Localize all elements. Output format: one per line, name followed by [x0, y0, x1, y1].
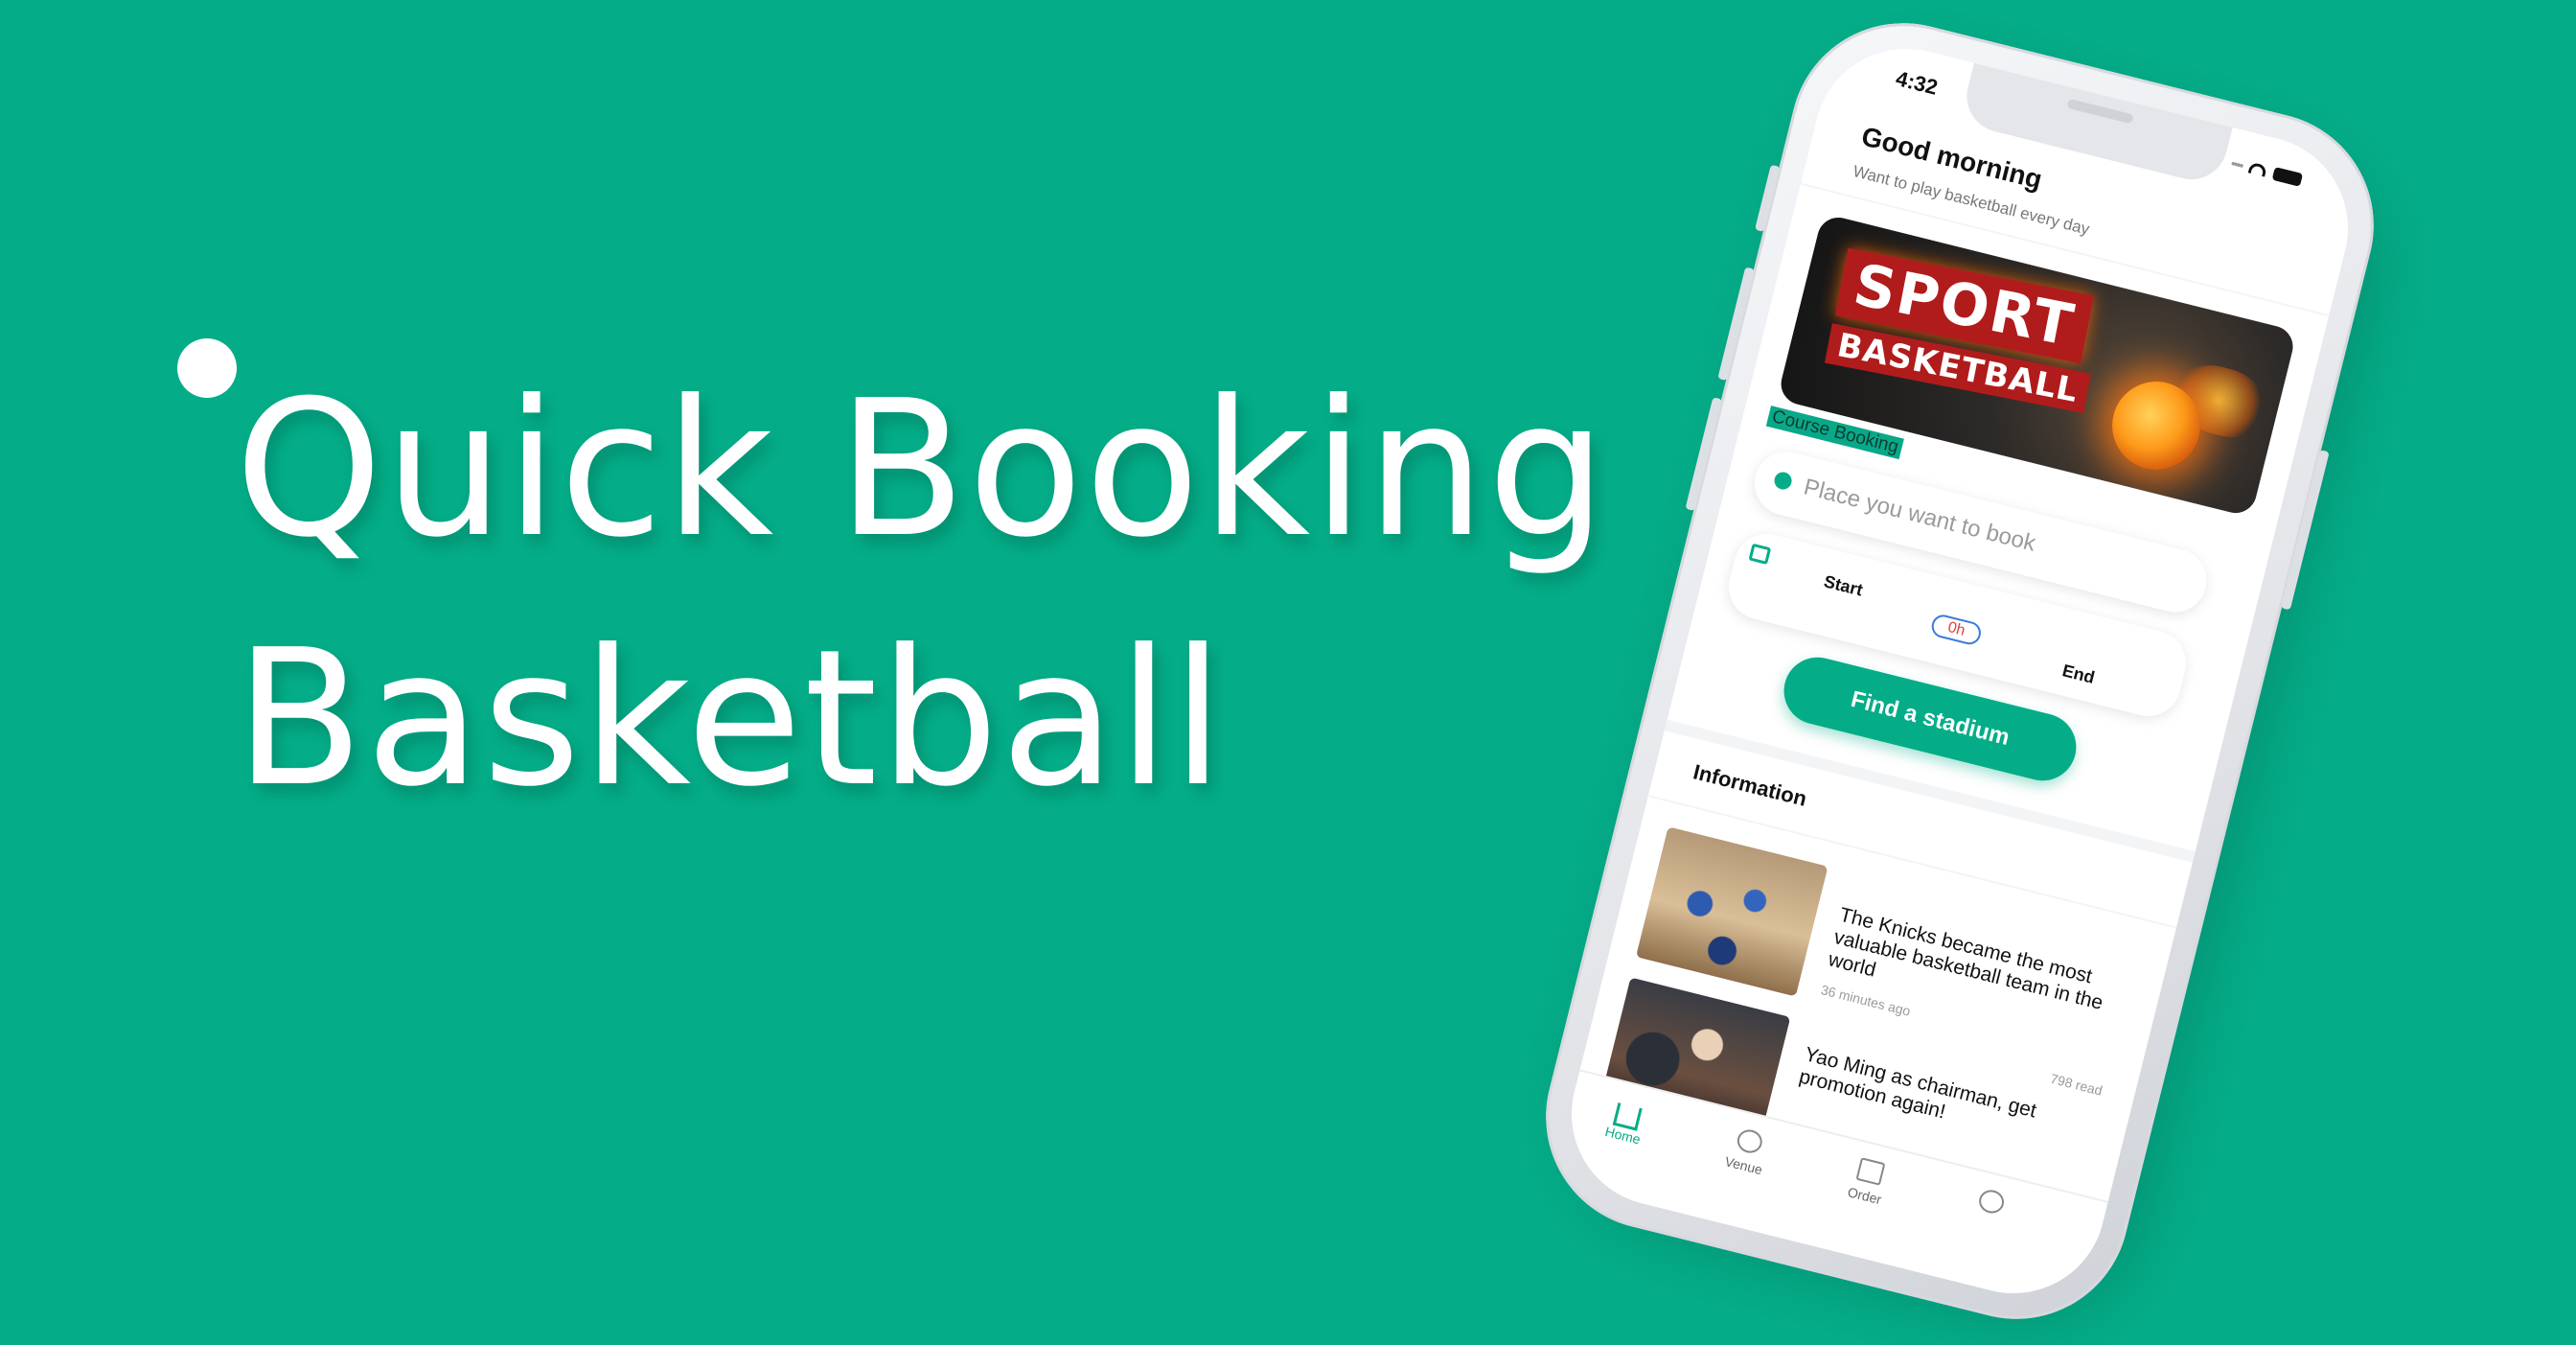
location-pin-icon	[1772, 470, 1794, 492]
information-title: Information	[1690, 759, 1809, 811]
basketball-icon	[1735, 1126, 1765, 1156]
status-time: 4:32	[1893, 65, 1941, 100]
tab-label: Order	[1846, 1184, 1883, 1208]
tab-profile[interactable]	[1950, 1181, 2032, 1227]
promo-headline-line2: Basketball	[235, 610, 1227, 828]
duration-badge: 0h	[1929, 612, 1984, 647]
speaker-grille	[2066, 98, 2134, 125]
phone-screen: 4:32 •••• Good morning Want to play bask…	[1552, 29, 2368, 1313]
volume-up-button	[1717, 267, 1756, 382]
order-icon	[1855, 1157, 1886, 1186]
news-thumbnail	[1635, 826, 1828, 997]
user-icon	[1976, 1187, 2007, 1217]
signal-icon: ••••	[2229, 154, 2244, 174]
end-time-label[interactable]: End	[2060, 661, 2097, 688]
news-title: The Knicks became the most valuable bask…	[1826, 903, 2105, 1014]
battery-icon	[2271, 166, 2304, 187]
mute-switch	[1755, 164, 1781, 232]
wifi-icon	[2247, 161, 2268, 177]
status-icons: ••••	[2229, 154, 2304, 188]
start-time-label[interactable]: Start	[1822, 571, 1865, 600]
decorative-dot	[177, 338, 237, 398]
volume-down-button	[1685, 397, 1723, 512]
tab-order[interactable]: Order	[1826, 1151, 1911, 1213]
promo-headline-line1: Quick Booking	[235, 360, 1609, 579]
calendar-icon	[1748, 543, 1772, 566]
tab-label: Venue	[1723, 1153, 1764, 1178]
place-placeholder: Place you want to book	[1801, 474, 2038, 557]
tab-home[interactable]: Home	[1584, 1091, 1669, 1152]
tab-venue[interactable]: Venue	[1705, 1121, 1790, 1182]
